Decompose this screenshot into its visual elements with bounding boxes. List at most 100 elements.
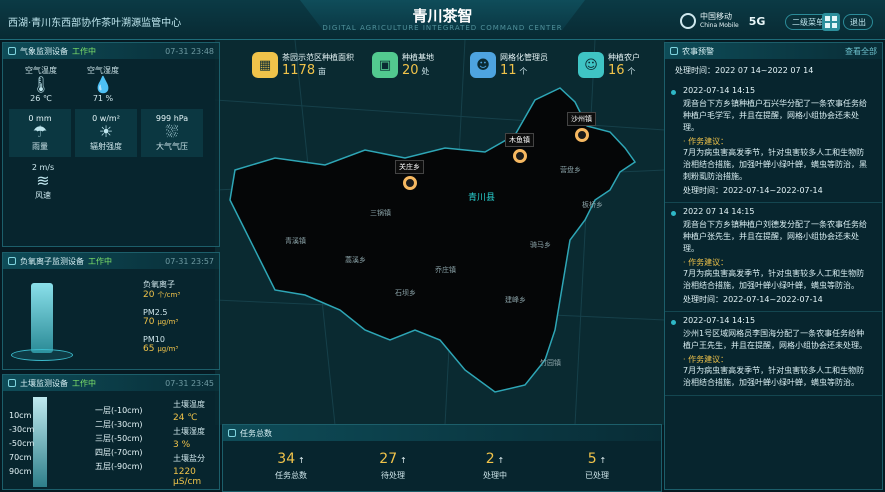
top-bar: 西湖·青川东西部协作茶叶溯源监管中心 青川茶智 DIGITAL AGRICULT… [0, 0, 885, 40]
pressure-icon: ⛆ [165, 122, 179, 141]
feed-item[interactable]: 2022-07-14 14:15 观音台下方乡镇种植户石兴华分配了一条农事任务给… [665, 82, 882, 203]
alert-icon [670, 47, 678, 55]
panel-header: 土壤监测设备 工作中 07-31 23:45 [3, 375, 219, 391]
task-pending[interactable]: 27 ↑ 待处理 [363, 451, 423, 481]
advice-text: 7月为病虫害高发季节，针对虫害较多人工和生物防治相结合措施，加强叶蝉小绿叶蝉，螨… [683, 366, 865, 387]
depth-label: -30cm [9, 425, 35, 434]
brand: 中国移动 China Mobile 5G [680, 12, 765, 30]
radiation-tile: 0 w/m² ☀ 辐射强度 [75, 109, 137, 157]
rainfall-tile: 0 mm ☂ 雨量 [9, 109, 71, 157]
exit-button[interactable]: 退出 [843, 14, 873, 30]
stat-label: 茶园示范区种植面积 [282, 53, 354, 62]
stat-unit: 个 [519, 67, 528, 76]
tile-label: 大气气压 [156, 142, 188, 151]
pm-label: PM2.5 [143, 308, 168, 317]
wind-tile: 2 m/s ≋ 风速 [23, 163, 63, 201]
view-all-link[interactable]: 查看全部 [845, 46, 877, 57]
air-temperature: 空气温度 🌡 26 ℃ [25, 65, 57, 103]
stat-unit: 个 [627, 67, 636, 76]
farmer-icon: ☺ [578, 52, 604, 78]
place-label: 三锅镇 [370, 209, 391, 217]
feed-body: 观音台下方乡镇种植户刘德发分配了一条农事任务给种植户张先生，并且在提醒，网格小组… [683, 220, 867, 253]
panel-title: 任务总数 [240, 428, 272, 438]
depth-label: -50cm [9, 439, 35, 448]
pm-panel: 负氧离子监测设备 工作中 07-31 23:57 负氧离子 20 个/cm³ P… [2, 252, 220, 370]
weather-panel: 气象监测设备 工作中 07-31 23:48 空气温度 🌡 26 ℃ 空气湿度 … [2, 42, 220, 247]
pm-item: PM2.5 70 μg/m³ [143, 308, 180, 327]
layer-item: 三层(-50cm) [95, 434, 143, 443]
arrow-up-icon: ↑ [400, 456, 407, 465]
task-count: 27 [379, 451, 398, 467]
soil-metric-label: 土壤湿度 [173, 427, 205, 436]
tile-label: 风速 [35, 191, 51, 200]
page-subtitle: DIGITAL AGRICULTURE INTEGRATED COMMAND C… [322, 24, 563, 32]
pm-value: 20 [143, 290, 155, 300]
task-label: 处理中 [483, 471, 507, 480]
air-humidity: 空气湿度 💧 71 % [87, 65, 119, 103]
stat-bases: ▣ 种植基地 20 处 [372, 52, 434, 78]
device-icon [8, 379, 16, 387]
advice-title: · 作务建议： [683, 137, 729, 146]
manager-icon: ☻ [470, 52, 496, 78]
task-total[interactable]: 34 ↑ 任务总数 [261, 451, 321, 481]
feed-time: 2022-07-14 14:15 [683, 86, 756, 95]
stat-value: 1178 [282, 63, 316, 78]
stat-value: 11 [500, 63, 517, 78]
map-canvas [215, 40, 665, 425]
feed-item[interactable]: 2022 07 14 14:15 观音台下方乡镇种植户刘德发分配了一条农事任务给… [665, 203, 882, 312]
task-label: 任务总数 [275, 471, 307, 480]
stat-managers: ☻ 网格化管理员 11 个 [470, 52, 548, 78]
base-icon: ▣ [372, 52, 398, 78]
stat-label: 网格化管理员 [500, 53, 548, 62]
stat-value: 16 [608, 63, 625, 78]
stat-unit: 亩 [317, 67, 326, 76]
depth-label: 70cm [9, 453, 32, 462]
task-done[interactable]: 5 ↑ 已处理 [567, 451, 627, 481]
place-label: 建峰乡 [505, 296, 526, 304]
pm-item: PM10 65 μg/m³ [143, 335, 180, 354]
alert-feed-panel: 农事预警 查看全部 处理时间：2022 07 14~2022 07 14 202… [664, 42, 883, 490]
task-icon [228, 429, 236, 437]
tea-garden-icon: ▦ [252, 52, 278, 78]
layer-item: 二层(-30cm) [95, 420, 143, 429]
layer-item: 四层(-70cm) [95, 448, 143, 457]
map-pin-guanzhuang[interactable]: 关庄乡 [395, 160, 424, 190]
device-icon [8, 47, 16, 55]
panel-date: 07-31 23:57 [165, 256, 214, 266]
task-count: 34 [277, 451, 296, 467]
china-mobile-logo-icon [680, 13, 696, 29]
sensor-tower-icon [31, 283, 53, 353]
panel-title: 气象监测设备 [20, 46, 68, 56]
pm-value: 70 [143, 317, 155, 327]
status-badge: 工作中 [88, 256, 112, 266]
advice-title: · 作务建议： [683, 258, 729, 267]
metric-value: 26 ℃ [30, 94, 52, 103]
place-label: 营盘乡 [560, 166, 581, 174]
soil-metric-value: 24 ℃ [173, 413, 198, 423]
soil-metric-value: 1220 μS/cm [173, 467, 202, 487]
feed-item[interactable]: 2022-07-14 14:15 沙州1号区域网格员李国海分配了一条农事任务给种… [665, 312, 882, 396]
panel-header: 气象监测设备 工作中 07-31 23:48 [3, 43, 219, 59]
stat-label: 种植农户 [608, 53, 640, 62]
pm-value: 65 [143, 344, 155, 354]
location-pin-icon [574, 128, 589, 142]
grid-menu-icon[interactable] [822, 13, 840, 31]
panel-header: 任务总数 [223, 425, 661, 441]
map-pin-muyu[interactable]: 木鱼镇 [505, 133, 534, 163]
thermometer-icon: 🌡 [30, 75, 52, 94]
depth-label: 90cm [9, 467, 32, 476]
pm-unit: 个/cm³ [157, 291, 181, 299]
status-badge: 工作中 [72, 46, 96, 56]
pm-label: 负氧离子 [143, 280, 175, 289]
task-processing[interactable]: 2 ↑ 处理中 [465, 451, 525, 481]
top-period: 处理时间：2022 07 14~2022 07 14 [675, 66, 814, 75]
feed-time: 2022 07 14 14:15 [683, 207, 755, 216]
brand-sub: China Mobile [700, 22, 739, 29]
place-label: 石坝乡 [395, 289, 416, 297]
layer-item: 五层(-90cm) [95, 462, 143, 471]
panel-date: 07-31 23:48 [165, 46, 214, 56]
soil-probe-icon [33, 397, 47, 487]
arrow-up-icon: ↑ [599, 456, 607, 465]
pin-label: 木鱼镇 [505, 133, 534, 147]
map-pin-shazhou[interactable]: 沙州镇 [567, 112, 596, 142]
